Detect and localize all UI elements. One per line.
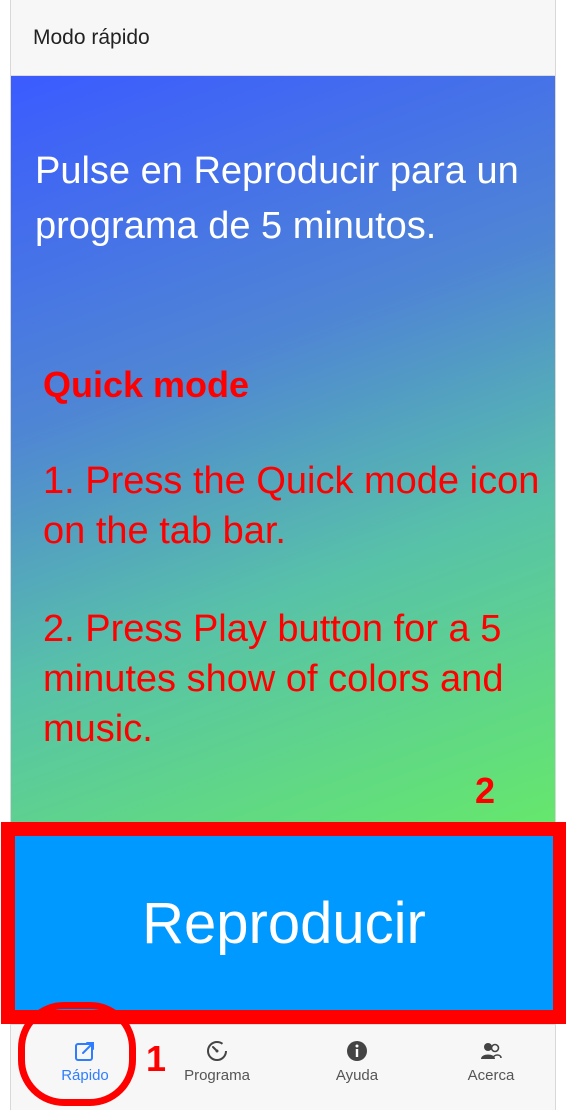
timer-icon (207, 1041, 227, 1061)
annotation-title: Quick mode (43, 364, 250, 405)
gradient-content: Pulse en Reproducir para un programa de … (11, 76, 555, 830)
play-highlight-box: Reproducir (1, 822, 566, 1024)
people-icon (481, 1043, 502, 1059)
app-screen: Modo rápido Pulse en Reproducir para un … (1, 0, 566, 1110)
tab-ayuda[interactable]: Ayuda (297, 1039, 417, 1084)
page-title: Modo rápido (33, 26, 150, 49)
info-icon (347, 1041, 367, 1061)
tab-label: Programa (184, 1067, 250, 1084)
play-button[interactable]: Reproducir (15, 836, 553, 1010)
tab-programa[interactable]: Programa (157, 1039, 277, 1084)
tab-highlight-circle (18, 1002, 136, 1106)
annotation-marker-1: 1 (146, 1038, 167, 1079)
nav-header: Modo rápido (11, 0, 555, 76)
annotation-marker-2: 2 (475, 770, 496, 811)
instruction-text: Pulse en Reproducir para un programa de … (35, 150, 519, 247)
tab-acerca[interactable]: Acerca (431, 1039, 551, 1084)
annotation-step-1: 1. Press the Quick mode icon on the tab … (43, 460, 540, 552)
annotation-step-2: 2. Press Play button for a 5 minutes sho… (43, 608, 504, 750)
tab-label: Acerca (467, 1067, 515, 1084)
tab-label: Ayuda (335, 1067, 379, 1084)
